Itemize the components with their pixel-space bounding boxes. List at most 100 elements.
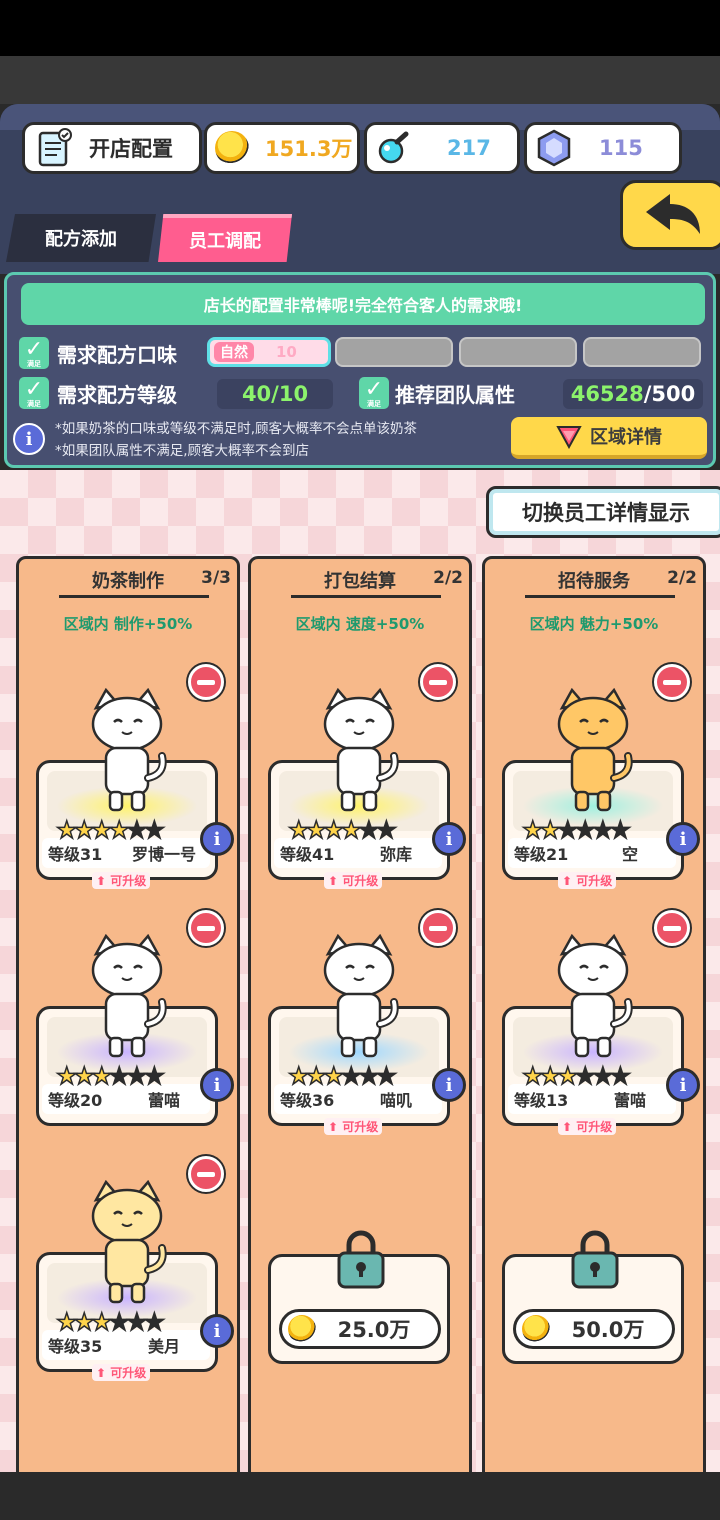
upgradable-tag[interactable]: ⬆ 可升级 (558, 1118, 617, 1135)
star-empty-icon: ★ (591, 815, 614, 845)
upgradable-tag[interactable]: ⬆ 可升级 (92, 1364, 151, 1381)
upgradable-tag[interactable]: ⬆ 可升级 (324, 1118, 383, 1135)
upgradable-tag[interactable]: ⬆ 可升级 (324, 872, 383, 889)
level-check-icon: ✓ 满足 (19, 377, 49, 409)
cat-staff-avatar[interactable] (548, 933, 638, 1064)
staff-card[interactable]: 等级41 弥库 ★★★★★★ ⬆ 可升级 i (268, 687, 466, 889)
star-empty-icon: ★ (357, 815, 380, 845)
area-details-button[interactable]: 区域详情 (511, 417, 707, 459)
cat-staff-avatar[interactable] (82, 933, 172, 1064)
staff-card[interactable]: 等级13 蕾喵 ★★★★★★ ⬆ 可升级 i (502, 933, 700, 1135)
shop-config-label: 开店配置 (89, 137, 173, 161)
staff-info-button[interactable]: i (666, 822, 700, 856)
remove-staff-button[interactable] (188, 664, 224, 700)
staff-name: 弥库 (379, 845, 412, 864)
star-empty-icon: ★ (574, 1061, 597, 1091)
star-empty-icon: ★ (125, 1061, 148, 1091)
gem-pill[interactable]: 115 (524, 122, 682, 174)
gold-coin-icon (215, 131, 249, 165)
star-filled-icon: ★ (340, 815, 363, 845)
staff-info-button[interactable]: i (200, 822, 234, 856)
unlock-price[interactable]: 25.0万 (279, 1309, 441, 1349)
staff-info-button[interactable]: i (200, 1314, 234, 1348)
flavor-slot-empty[interactable] (583, 337, 701, 367)
cat-staff-avatar[interactable] (314, 687, 404, 818)
star-filled-icon: ★ (90, 1061, 113, 1091)
gold-coin-icon (522, 1315, 550, 1343)
potion-pill[interactable]: 217 (364, 122, 520, 174)
column-title-underline (291, 595, 441, 598)
remove-staff-button[interactable] (654, 910, 690, 946)
cat-staff-avatar[interactable] (314, 933, 404, 1064)
unlock-price-amount: 50.0万 (571, 1318, 645, 1342)
upgradable-tag[interactable]: ⬆ 可升级 (92, 872, 151, 889)
star-filled-icon: ★ (108, 815, 131, 845)
flavor-slot-active[interactable]: 自然 10 (207, 337, 331, 367)
unlock-price-amount: 25.0万 (337, 1318, 411, 1342)
star-empty-icon: ★ (609, 1061, 632, 1091)
gold-pill[interactable]: 151.3万 (204, 122, 360, 174)
gem-icon (537, 129, 571, 167)
potion-icon (378, 131, 409, 164)
star-empty-icon: ★ (357, 1061, 380, 1091)
cat-staff-avatar[interactable] (82, 1179, 172, 1310)
cat-staff-avatar[interactable] (548, 687, 638, 818)
upgradable-tag[interactable]: ⬆ 可升级 (558, 872, 617, 889)
star-empty-icon: ★ (125, 1307, 148, 1337)
star-rating: ★★★★★★ (287, 815, 397, 845)
staff-level: 等级35 (48, 1337, 103, 1356)
remove-staff-button[interactable] (654, 664, 690, 700)
flavor-slot-empty[interactable] (335, 337, 453, 367)
star-filled-icon: ★ (521, 1061, 544, 1091)
staff-level: 等级21 (514, 845, 569, 864)
remove-staff-button[interactable] (188, 910, 224, 946)
tab-recipe-add[interactable]: 配方添加 (6, 214, 156, 262)
upgrade-arrow-icon: ⬆ (96, 1366, 111, 1380)
flavor-check-icon: ✓ 满足 (19, 337, 49, 369)
staff-info-button[interactable]: i (432, 1068, 466, 1102)
upgrade-arrow-icon: ⬆ (562, 874, 577, 888)
return-arrow-icon (646, 194, 700, 234)
star-filled-icon: ★ (539, 1061, 562, 1091)
shop-config-pill[interactable]: 开店配置 (22, 122, 202, 174)
remove-staff-button[interactable] (188, 1156, 224, 1192)
locked-slot[interactable]: 25.0万 (268, 1230, 450, 1364)
staff-card[interactable]: 等级36 喵叽 ★★★★★★ ⬆ 可升级 i (268, 933, 466, 1135)
back-button[interactable] (620, 180, 720, 250)
upgrade-arrow-icon: ⬆ (96, 874, 111, 888)
star-rating: ★★★★★★ (521, 1061, 632, 1091)
flavor-tag: 自然 (214, 342, 254, 362)
remove-staff-button[interactable] (420, 910, 456, 946)
staff-card[interactable]: 等级21 空 ★★★★★★ ⬆ 可升级 i (502, 687, 700, 889)
upgradable-label: 可升级 (110, 1366, 147, 1380)
star-filled-icon: ★ (305, 1061, 328, 1091)
status-bar (0, 0, 720, 56)
flavor-slot-empty[interactable] (459, 337, 577, 367)
staff-name: 罗博一号 (131, 845, 196, 864)
team-value: 46528 (570, 382, 644, 406)
info-icon[interactable]: i (13, 423, 45, 455)
star-rating: ★★★★★★ (55, 1061, 165, 1091)
unlock-price[interactable]: 50.0万 (513, 1309, 675, 1349)
star-empty-icon: ★ (340, 1061, 363, 1091)
staff-level: 等级31 (48, 845, 103, 864)
staff-card[interactable]: 等级35 美月 ★★★★★★ ⬆ 可升级 i (36, 1179, 234, 1381)
star-empty-icon: ★ (556, 815, 579, 845)
locked-slot[interactable]: 50.0万 (502, 1230, 684, 1364)
remove-staff-button[interactable] (420, 664, 456, 700)
staff-card[interactable]: 等级20 蕾喵 ★★★★★★ i (36, 933, 234, 1130)
upgradable-label: 可升级 (342, 1120, 379, 1134)
staff-info-button[interactable]: i (666, 1068, 700, 1102)
upgrade-arrow-icon: ⬆ (328, 874, 343, 888)
star-empty-icon: ★ (375, 1061, 398, 1091)
switch-detail-button[interactable]: 切换员工详情显示 (486, 486, 720, 538)
column-bonus: 区域内 速度+50% (295, 615, 425, 633)
cat-staff-avatar[interactable] (82, 687, 172, 818)
tab-staff-assign[interactable]: 员工调配 (158, 214, 292, 262)
star-rating: ★★★★★★ (287, 1061, 398, 1091)
staff-info-button[interactable]: i (200, 1068, 234, 1102)
note-team: *如果团队属性不满足,顾客大概率不会到店 (55, 443, 310, 459)
staff-info-button[interactable]: i (432, 822, 466, 856)
staff-card[interactable]: 等级31 罗博一号 ★★★★★★ ⬆ 可升级 i (36, 687, 234, 889)
upgrade-arrow-icon: ⬆ (328, 1120, 343, 1134)
